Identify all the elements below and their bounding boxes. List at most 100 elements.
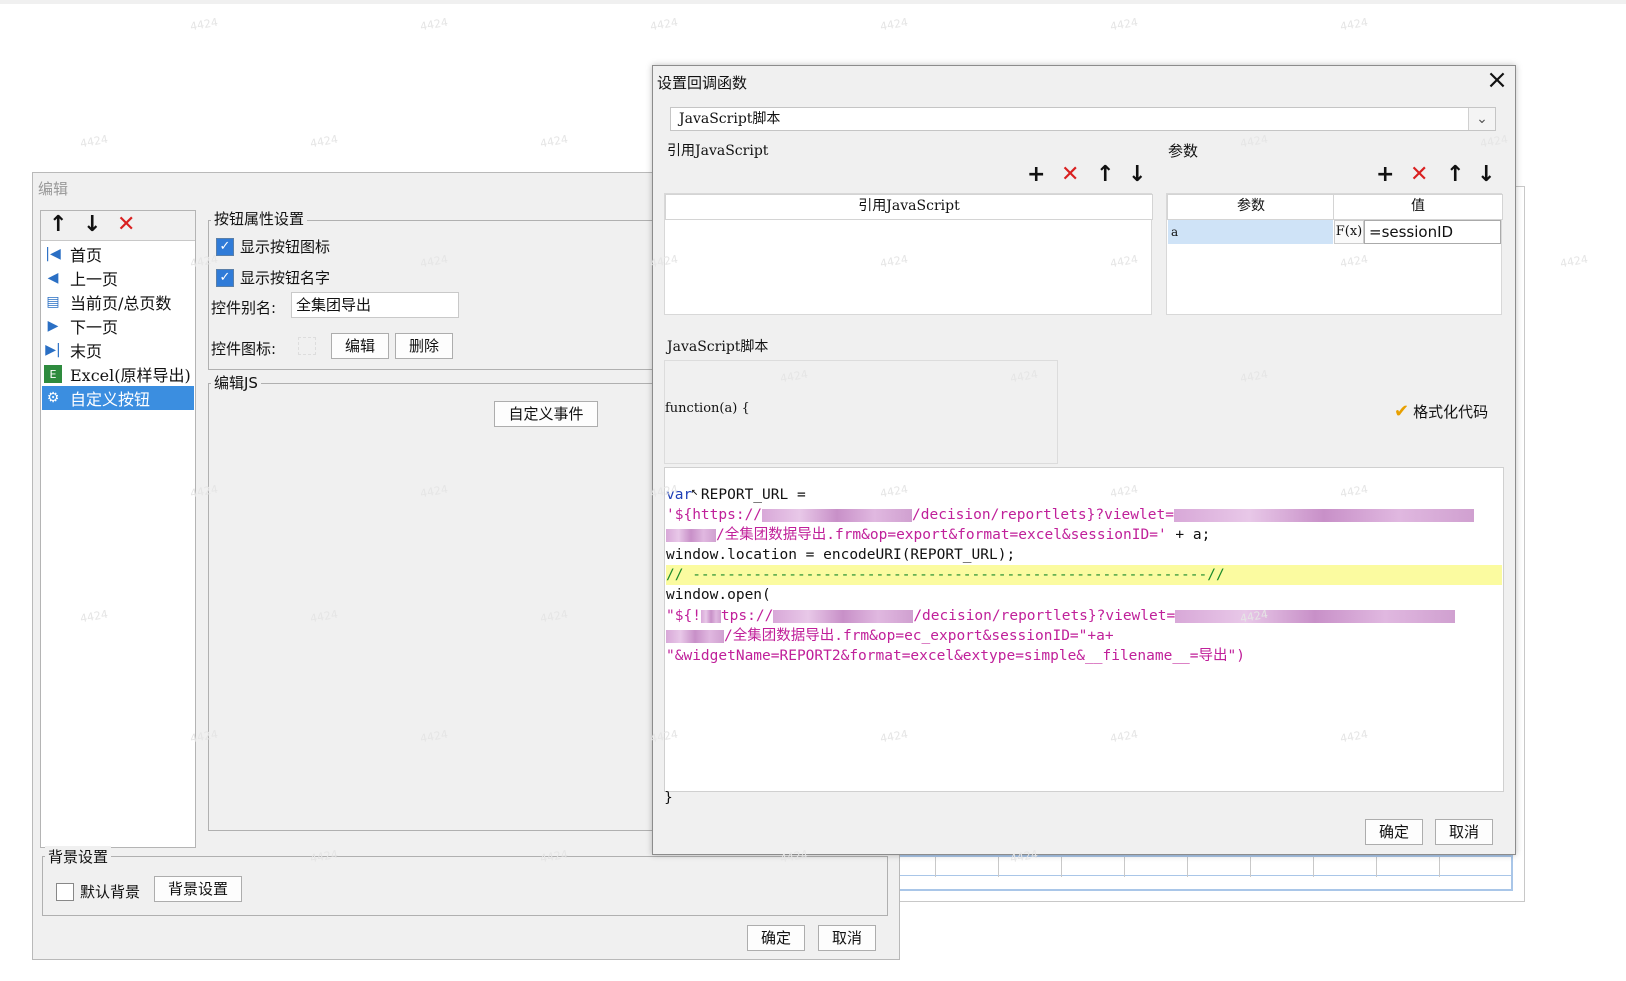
nav-item-label: 首页	[70, 246, 103, 265]
top-edge	[0, 0, 1626, 4]
ref-js-delete-icon[interactable]: ✕	[1061, 164, 1079, 186]
edit-js-legend: 编辑JS	[211, 372, 261, 393]
params-table[interactable]: 参数 值 a F(x) =sessionID	[1166, 193, 1503, 315]
redacted-text	[666, 528, 716, 542]
nav-item[interactable]: ⚙ 自定义按钮	[42, 386, 194, 410]
report-grid-strip[interactable]	[893, 855, 1513, 891]
nav-item[interactable]: ▤ 当前页/总页数	[42, 290, 194, 314]
brush-icon: ✔	[1394, 401, 1410, 422]
grid-line	[998, 857, 999, 877]
param-value-input[interactable]: =sessionID	[1364, 220, 1501, 244]
delete-icon-button[interactable]: 删除	[395, 333, 453, 359]
code-line-highlighted: // -------------------------------------…	[666, 565, 1502, 585]
editor-ok-button[interactable]: 确定	[747, 925, 805, 951]
redacted-text	[666, 629, 724, 643]
code-text: /全集团数据导出.frm&op=ec_export&sessionID="+a+	[724, 628, 1114, 644]
nav-item-label: 上一页	[70, 270, 119, 289]
code-editor[interactable]: var REPORT_URL = '${https:// /decision/re…	[664, 467, 1504, 792]
ref-js-up-icon[interactable]: ↑	[1096, 164, 1114, 186]
watermark: 4424	[1109, 15, 1139, 34]
code-line: '${https:// /decision/reportlets}?viewlet…	[666, 505, 1474, 525]
redacted-text	[773, 609, 914, 623]
params-delete-icon[interactable]: ✕	[1410, 164, 1428, 186]
nav-item[interactable]: |◀ 首页	[42, 242, 194, 266]
ref-js-down-icon[interactable]: ↓	[1128, 164, 1146, 186]
gear-icon: ⚙	[46, 390, 60, 406]
first-page-icon: |◀	[45, 246, 61, 262]
watermark: 4424	[1559, 252, 1589, 271]
next-page-icon: ▶	[47, 318, 59, 334]
close-icon[interactable]: ×	[1483, 66, 1511, 94]
format-code-label: 格式化代码	[1413, 403, 1489, 421]
code-text: "${!	[666, 608, 701, 624]
callback-title: 设置回调函数	[657, 74, 748, 92]
nav-item-label: 自定义按钮	[70, 390, 151, 409]
move-up-icon[interactable]: ↑	[49, 214, 67, 236]
callback-ok-button[interactable]: 确定	[1365, 819, 1423, 845]
watermark: 4424	[649, 15, 679, 34]
callback-type-select[interactable]: JavaScript脚本 ⌄	[670, 107, 1496, 131]
custom-event-button[interactable]: 自定义事件	[494, 401, 598, 427]
bg-settings-button[interactable]: 背景设置	[154, 876, 242, 902]
default-bg-checkbox[interactable]	[56, 882, 74, 901]
format-code-button[interactable]: ✔ 格式化代码	[1394, 401, 1488, 422]
delete-icon[interactable]: ✕	[117, 214, 135, 236]
code-line: var REPORT_URL =	[666, 485, 806, 505]
watermark: 4424	[419, 15, 449, 34]
nav-item[interactable]: ◀ 上一页	[42, 266, 194, 290]
grid-line	[1061, 857, 1062, 877]
nav-item-label: 末页	[70, 342, 103, 361]
redacted-text	[700, 609, 721, 623]
nav-item-label: Excel(原样导出)	[70, 366, 191, 385]
chevron-down-icon[interactable]: ⌄	[1468, 108, 1495, 130]
redacted-text	[762, 508, 913, 522]
show-icon-row[interactable]: ✓ 显示按钮图标	[216, 236, 330, 257]
grid-line	[1124, 857, 1125, 877]
nav-item[interactable]: ▶| 末页	[42, 338, 194, 362]
editor-title: 编辑	[38, 180, 69, 198]
grid-line	[1250, 857, 1251, 877]
ref-js-column-header[interactable]: 引用JavaScript	[665, 194, 1153, 220]
watermark: 4424	[879, 15, 909, 34]
watermark: 4424	[79, 132, 109, 151]
params-col-name[interactable]: 参数	[1167, 194, 1335, 220]
code-text: '${https://	[666, 507, 763, 523]
excel-icon: E	[44, 365, 62, 383]
nav-item-label: 下一页	[70, 318, 119, 337]
callback-type-value: JavaScript脚本	[679, 111, 781, 127]
grid-line	[895, 875, 1511, 876]
default-bg-row[interactable]: 默认背景	[56, 881, 140, 902]
show-name-checkbox[interactable]: ✓	[216, 268, 234, 287]
params-add-icon[interactable]: +	[1376, 164, 1394, 186]
params-col-value[interactable]: 值	[1333, 194, 1503, 220]
params-down-icon[interactable]: ↓	[1477, 164, 1495, 186]
nav-item[interactable]: ▶ 下一页	[42, 314, 194, 338]
watermark: 4424	[189, 15, 219, 34]
params-up-icon[interactable]: ↑	[1446, 164, 1464, 186]
alias-input[interactable]: 全集团导出	[291, 292, 459, 318]
move-down-icon[interactable]: ↓	[83, 214, 101, 236]
show-icon-label: 显示按钮图标	[240, 238, 331, 256]
script-label: JavaScript脚本	[667, 339, 769, 355]
callback-cancel-button[interactable]: 取消	[1435, 819, 1493, 845]
ref-js-table[interactable]: 引用JavaScript	[664, 193, 1153, 315]
grid-line	[1313, 857, 1314, 877]
closing-brace: }	[664, 790, 673, 806]
ref-js-add-icon[interactable]: +	[1027, 164, 1045, 186]
code-text: tps://	[720, 608, 774, 624]
code-text: REPORT_URL =	[692, 487, 806, 503]
nav-item[interactable]: E Excel(原样导出)	[42, 362, 194, 386]
show-name-row[interactable]: ✓ 显示按钮名字	[216, 267, 330, 288]
code-line: /全集团数据导出.frm&op=export&format=excel&sess…	[666, 525, 1210, 545]
editor-cancel-button[interactable]: 取消	[818, 925, 876, 951]
icon-preview-icon	[298, 337, 316, 355]
grid-line	[1187, 857, 1188, 877]
show-icon-checkbox[interactable]: ✓	[216, 237, 234, 256]
alias-label: 控件别名:	[211, 299, 277, 317]
formula-icon[interactable]: F(x)	[1334, 220, 1364, 244]
redacted-text	[1175, 609, 1456, 623]
code-text: + a;	[1166, 527, 1211, 543]
param-name-cell[interactable]: a	[1168, 220, 1333, 244]
edit-icon-button[interactable]: 编辑	[331, 333, 389, 359]
default-bg-label: 默认背景	[80, 883, 141, 901]
